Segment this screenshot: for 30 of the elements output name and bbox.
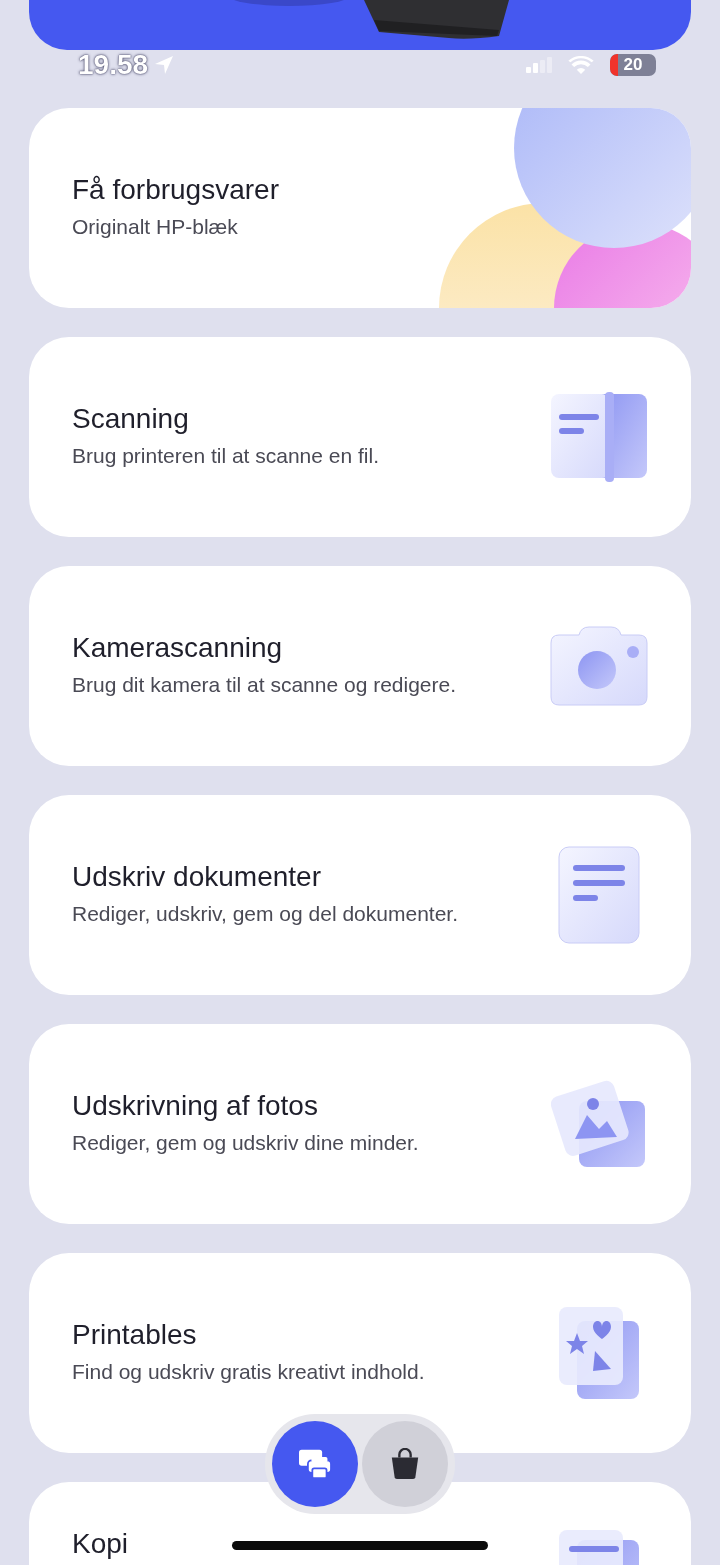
card-subtitle: Brug dit kamera til at scanne og redigere. bbox=[72, 671, 458, 698]
status-time: 19.58 bbox=[78, 51, 149, 79]
card-title: Udskriv dokumenter bbox=[72, 860, 321, 893]
signal-icon bbox=[526, 57, 552, 73]
feature-card[interactable]: Kamerascanning Brug dit kamera til at scanne og redigere. bbox=[29, 566, 691, 766]
feature-card[interactable]: Printables Find og udskriv gratis kreativt indhold. bbox=[29, 1253, 691, 1453]
card-subtitle: Find og udskriv gratis kreativt indhold. bbox=[72, 1358, 426, 1385]
card-title: Udskrivning af fotos bbox=[72, 1089, 318, 1122]
location-icon bbox=[154, 55, 175, 75]
card-subtitle: Brug printeren til at scanne en fil. bbox=[72, 442, 380, 469]
printer-tab[interactable] bbox=[272, 1421, 358, 1507]
feature-card[interactable]: Scanning Brug printeren til at scanne en fil. bbox=[29, 337, 691, 537]
feature-card[interactable]: Udskriv dokumenter Rediger, udskriv, gem og del dokumenter. bbox=[29, 795, 691, 995]
bag-icon bbox=[389, 1448, 421, 1480]
shop-tab[interactable] bbox=[362, 1421, 448, 1507]
card-subtitle: Originalt HP-blæk bbox=[72, 213, 239, 240]
scanner-icon bbox=[549, 392, 649, 482]
card-title: Printables bbox=[72, 1318, 197, 1351]
feature-card[interactable]: Udskrivning af fotos Rediger, gem og udskriv dine minder. bbox=[29, 1024, 691, 1224]
feature-card[interactable]: Få forbrugsvarer Originalt HP-blæk bbox=[29, 108, 691, 308]
card-subtitle: Rediger, udskriv, gem og del dokumenter. bbox=[72, 900, 459, 927]
card-title: Få forbrugsvarer bbox=[72, 173, 279, 206]
camera-icon bbox=[549, 625, 649, 707]
card-title: Kopi bbox=[72, 1528, 129, 1560]
card-title: Scanning bbox=[72, 402, 189, 435]
card-subtitle: Rediger, gem og udskriv dine minder. bbox=[72, 1129, 420, 1156]
wifi-icon bbox=[568, 55, 594, 75]
card-title: Kamerascanning bbox=[72, 631, 283, 664]
battery-icon: 20 bbox=[610, 54, 656, 76]
printer-icon bbox=[297, 1448, 333, 1480]
